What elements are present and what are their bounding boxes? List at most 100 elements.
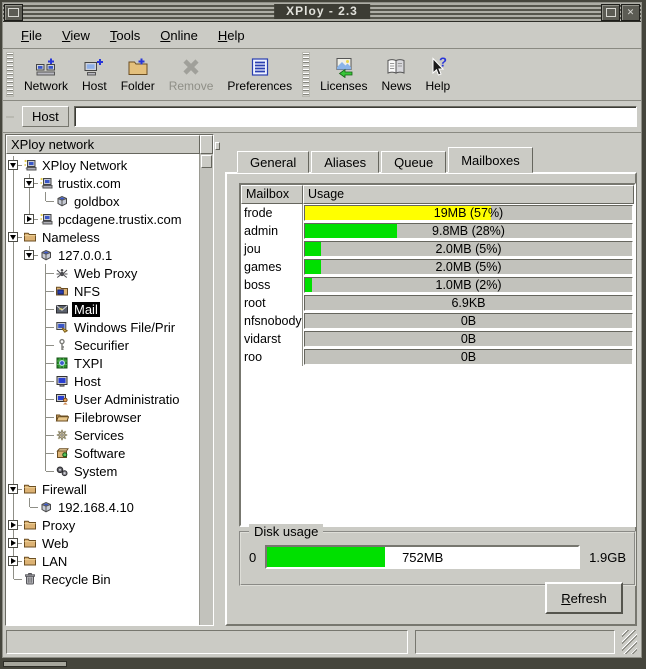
tree-item-trustix-com[interactable]: trustix.com: [6, 174, 199, 192]
licenses-toolbar2-button[interactable]: Licenses: [313, 50, 374, 99]
menu-help[interactable]: Help: [208, 25, 255, 46]
host-input[interactable]: [74, 106, 637, 127]
tab-queue[interactable]: Queue: [381, 151, 446, 173]
resize-grip[interactable]: [622, 630, 637, 654]
tree-scrollbar-thumb[interactable]: [201, 155, 212, 168]
tree-connector: [38, 372, 54, 390]
refresh-button[interactable]: Refresh: [545, 582, 623, 614]
host-toolbar-button[interactable]: Host: [75, 50, 114, 99]
tree-item-web-proxy[interactable]: Web Proxy: [6, 264, 199, 282]
tree-header[interactable]: XPloy network: [6, 135, 200, 154]
bottom-border-handle[interactable]: [3, 661, 67, 667]
tab-aliases[interactable]: Aliases: [311, 151, 379, 173]
tree-item-filebrowser[interactable]: Filebrowser: [6, 408, 199, 426]
mailbox-row-boss[interactable]: boss1.0MB (2%): [241, 276, 634, 294]
tree-connector: [6, 156, 22, 174]
usage-bar-label: 6.9KB: [305, 296, 632, 310]
hostbar-gripper[interactable]: [6, 116, 14, 118]
tree-item-label: Firewall: [40, 482, 89, 497]
host-icon: [38, 247, 54, 263]
column-header-mailbox[interactable]: Mailbox: [241, 185, 303, 204]
tree-item-host[interactable]: Host: [6, 372, 199, 390]
host-add-icon: [83, 56, 105, 78]
network-tree-panel: XPloy network XPloy Network trustix.comgo…: [5, 134, 214, 626]
mailbox-row-nfsnobody[interactable]: nfsnobody0B: [241, 312, 634, 330]
tree-item-software[interactable]: Software: [6, 444, 199, 462]
preferences-toolbar-button[interactable]: Preferences: [220, 50, 299, 99]
tree-item-192-168-4-10[interactable]: 192.168.4.10: [6, 498, 199, 516]
menu-file[interactable]: File: [11, 25, 52, 46]
mailbox-row-jou[interactable]: jou2.0MB (5%): [241, 240, 634, 258]
tree-guide: [22, 264, 38, 282]
network-toolbar-button[interactable]: Network: [17, 50, 75, 99]
title-bar[interactable]: XPloy - 2.3 ✕: [3, 3, 641, 22]
collapse-toggle-icon[interactable]: [24, 178, 34, 188]
toolbar-gripper[interactable]: [302, 52, 310, 97]
tree-item-label: LAN: [40, 554, 69, 569]
toolbar-gripper[interactable]: [6, 52, 14, 97]
mailbox-row-roo[interactable]: roo0B: [241, 348, 634, 366]
expand-toggle-icon[interactable]: [8, 556, 18, 566]
mailbox-row-admin[interactable]: admin9.8MB (28%): [241, 222, 634, 240]
tree-item-recycle-bin[interactable]: Recycle Bin: [6, 570, 199, 588]
tree-item-127-0-0-1[interactable]: 127.0.0.1: [6, 246, 199, 264]
tree-guide: [22, 318, 38, 336]
tree-item-label: trustix.com: [56, 176, 123, 191]
host-bar: Host: [3, 101, 641, 133]
tree-item-xploy-network[interactable]: XPloy Network: [6, 156, 199, 174]
collapse-toggle-icon[interactable]: [8, 484, 18, 494]
mailbox-row-frode[interactable]: frode19MB (57%): [241, 204, 634, 222]
menu-view[interactable]: View: [52, 25, 100, 46]
column-header-usage[interactable]: Usage: [303, 185, 634, 204]
tree-item-label: Nameless: [40, 230, 102, 245]
expand-toggle-icon[interactable]: [8, 538, 18, 548]
window-menu-button[interactable]: [4, 4, 23, 21]
tree-item-lan[interactable]: LAN: [6, 552, 199, 570]
expand-toggle-icon[interactable]: [24, 214, 34, 224]
usage-bar-label: 2.0MB (5%): [305, 242, 632, 256]
collapse-toggle-icon[interactable]: [8, 160, 18, 170]
mailbox-row-games[interactable]: games2.0MB (5%): [241, 258, 634, 276]
maximize-button[interactable]: [601, 4, 620, 21]
mailbox-row-vidarst[interactable]: vidarst0B: [241, 330, 634, 348]
tree-item-mail[interactable]: Mail: [6, 300, 199, 318]
splitter-handle[interactable]: [215, 142, 220, 150]
usage-bar-label: 0B: [305, 350, 632, 364]
tree-item-txpi[interactable]: TXPI: [6, 354, 199, 372]
tab-mailboxes[interactable]: Mailboxes: [448, 147, 533, 173]
tree-guide: [6, 372, 22, 390]
tree-scrollbar[interactable]: [199, 154, 213, 625]
tree-item-windows-file-prir[interactable]: Windows File/Prir: [6, 318, 199, 336]
tree-item-system[interactable]: System: [6, 462, 199, 480]
tree-item-firewall[interactable]: Firewall: [6, 480, 199, 498]
tree-connector: [22, 498, 38, 516]
tree-item-pcdagene-trustix-com[interactable]: pcdagene.trustix.com: [6, 210, 199, 228]
tree-item-securifier[interactable]: Securifier: [6, 336, 199, 354]
close-button[interactable]: ✕: [621, 4, 640, 21]
tab-general[interactable]: General: [237, 151, 309, 173]
collapse-toggle-icon[interactable]: [8, 232, 18, 242]
menu-online[interactable]: Online: [150, 25, 208, 46]
news-toolbar2-button[interactable]: News: [374, 50, 418, 99]
mail-icon: [54, 301, 70, 317]
tree-connector: [38, 336, 54, 354]
mailbox-name: games: [241, 258, 303, 276]
tree-item-proxy[interactable]: Proxy: [6, 516, 199, 534]
menu-tools[interactable]: Tools: [100, 25, 150, 46]
expand-toggle-icon[interactable]: [8, 520, 18, 530]
tree-guide: [6, 354, 22, 372]
collapse-toggle-icon[interactable]: [24, 250, 34, 260]
help-toolbar2-button[interactable]: ?Help: [419, 50, 458, 99]
tree-item-nameless[interactable]: Nameless: [6, 228, 199, 246]
tree-item-user-administratio[interactable]: User Administratio: [6, 390, 199, 408]
panel-splitter[interactable]: [215, 134, 220, 626]
mailbox-row-root[interactable]: root6.9KB: [241, 294, 634, 312]
tree-item-goldbox[interactable]: goldbox: [6, 192, 199, 210]
tree-item-services[interactable]: Services: [6, 426, 199, 444]
package-icon: [54, 445, 70, 461]
tree-item-nfs[interactable]: NFS: [6, 282, 199, 300]
folder-toolbar-button[interactable]: Folder: [114, 50, 162, 99]
tree-guide: [6, 408, 22, 426]
tree-item-web[interactable]: Web: [6, 534, 199, 552]
tree-guide: [22, 354, 38, 372]
